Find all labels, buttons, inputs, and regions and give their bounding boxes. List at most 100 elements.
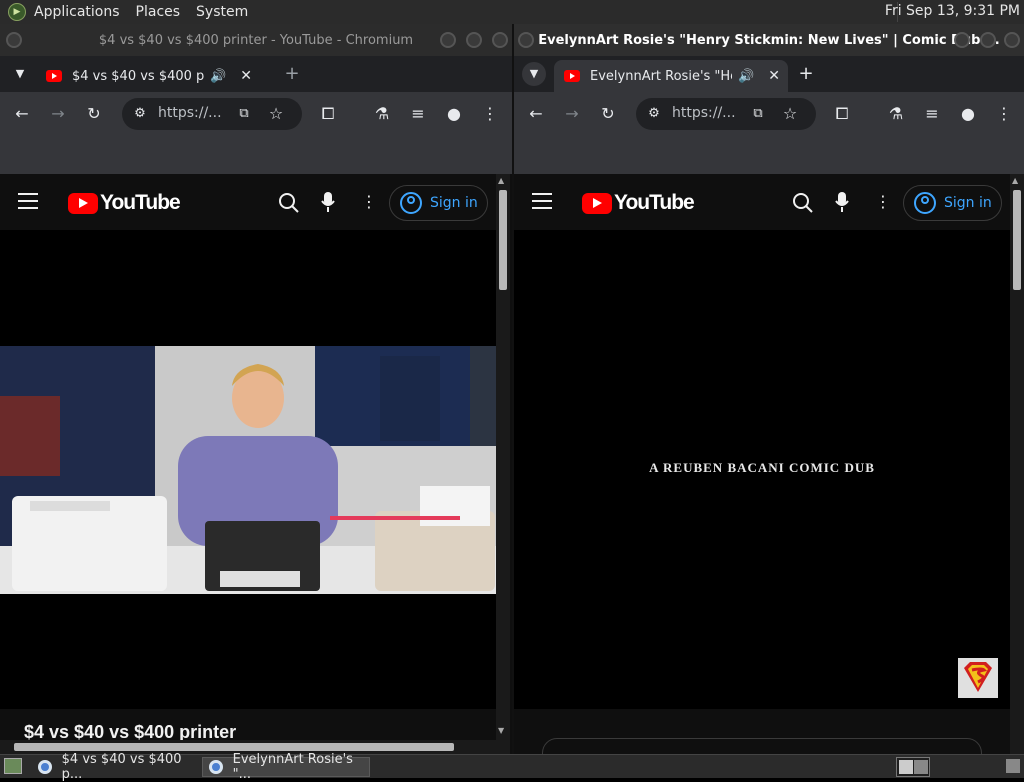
youtube-logo[interactable]: YouTube	[68, 191, 181, 215]
h-scrollbar-thumb[interactable]	[14, 743, 454, 751]
profile-icon[interactable]: ●	[956, 102, 980, 126]
plus-icon[interactable]: +	[794, 62, 818, 86]
workspace-switcher[interactable]	[896, 757, 930, 777]
forward-arrow-icon[interactable]: →	[46, 102, 70, 126]
show-desktop-icon[interactable]	[4, 758, 22, 774]
youtube-logo[interactable]: YouTube	[582, 191, 695, 215]
labs-flask-icon[interactable]: ⚗	[884, 102, 908, 126]
left-titlebar[interactable]: $4 vs $40 vs $400 printer - YouTube - Ch…	[0, 24, 512, 56]
minimize-button[interactable]	[954, 32, 970, 48]
window-menu-button[interactable]	[6, 32, 22, 48]
sign-in-label: Sign in	[430, 195, 478, 211]
scroll-down-icon[interactable]: ▼	[498, 726, 504, 735]
close-icon[interactable]: ✕	[768, 68, 780, 84]
scroll-up-icon[interactable]: ▲	[1012, 176, 1018, 185]
profile-icon[interactable]: ●	[442, 102, 466, 126]
microphone-icon[interactable]	[320, 191, 336, 213]
more-vert-icon[interactable]: ⋮	[357, 190, 381, 214]
workspace-2[interactable]	[914, 760, 928, 774]
more-vert-icon[interactable]: ⋮	[871, 190, 895, 214]
top-panel: ▶ Applications Places System Fri Sep 13,…	[0, 0, 1024, 24]
vertical-scrollbar[interactable]: ▲ ▼	[496, 174, 510, 754]
toolbar: ← → ↻ ⚙ https://... ⧉ ☆ ⧠ ⚗ ≡ ● ⋮	[514, 92, 1024, 136]
right-titlebar[interactable]: EvelynnArt Rosie's "Henry Stickmin: New …	[514, 24, 1024, 56]
right-window-title: EvelynnArt Rosie's "Henry Stickmin: New …	[538, 32, 1000, 48]
youtube-play-icon	[68, 192, 98, 214]
more-vert-icon[interactable]: ⋮	[992, 102, 1016, 126]
close-window-button[interactable]	[492, 32, 508, 48]
task-left-window[interactable]: $4 vs $40 vs $400 p...	[32, 752, 200, 782]
tab-printer[interactable]: $4 vs $40 vs $400 printer 🔊 ✕	[36, 60, 276, 92]
superman-logo-icon[interactable]	[958, 658, 998, 698]
menu-places[interactable]: Places	[128, 4, 189, 20]
chromium-icon	[38, 760, 52, 774]
back-arrow-icon[interactable]: ←	[10, 102, 34, 126]
extensions-icon[interactable]: ⧠	[830, 102, 854, 126]
account-icon	[914, 192, 936, 214]
hamburger-icon[interactable]	[18, 193, 38, 209]
tab-strip: ▼ EvelynnArt Rosie's "Henry 🔊 ✕ +	[514, 56, 1024, 92]
app-menu-icon[interactable]: ▶	[8, 3, 26, 21]
video-player[interactable]	[0, 230, 496, 709]
menu-system[interactable]: System	[188, 4, 256, 20]
site-settings-icon[interactable]: ⚙	[128, 102, 152, 126]
trash-icon[interactable]	[1006, 759, 1020, 773]
media-queue-icon[interactable]: ≡	[920, 102, 944, 126]
install-app-icon[interactable]: ⧉	[232, 102, 256, 126]
window-menu-button[interactable]	[518, 32, 534, 48]
down-chevron-icon[interactable]: ▼	[8, 62, 32, 86]
reload-icon[interactable]: ↻	[82, 102, 106, 126]
video-frame	[0, 346, 496, 594]
scroll-up-icon[interactable]: ▲	[498, 176, 504, 185]
youtube-wordmark: YouTube	[614, 191, 695, 214]
youtube-header: YouTube ⋮ Sign in	[0, 174, 496, 230]
scrollbar-thumb[interactable]	[499, 190, 507, 290]
action-pill[interactable]	[542, 738, 982, 754]
scrollbar-thumb[interactable]	[1013, 190, 1021, 290]
extensions-icon[interactable]: ⧠	[316, 102, 340, 126]
labs-flask-icon[interactable]: ⚗	[370, 102, 394, 126]
maximize-button[interactable]	[466, 32, 482, 48]
tab-title: $4 vs $40 vs $400 printer	[72, 68, 204, 84]
clock[interactable]: Fri Sep 13, 9:31 PM	[885, 3, 1020, 19]
youtube-header: YouTube ⋮ Sign in	[514, 174, 1010, 230]
install-app-icon[interactable]: ⧉	[746, 102, 770, 126]
microphone-icon[interactable]	[834, 191, 850, 213]
plus-icon[interactable]: +	[280, 62, 304, 86]
tab-henry-stickmin[interactable]: EvelynnArt Rosie's "Henry 🔊 ✕	[554, 60, 788, 92]
minimize-button[interactable]	[440, 32, 456, 48]
video-player[interactable]: A REUBEN BACANI COMIC DUB	[514, 230, 1010, 709]
search-icon[interactable]	[792, 192, 814, 214]
sign-in-button[interactable]: Sign in	[389, 185, 488, 221]
toolbar: ← → ↻ ⚙ https://... ⧉ ☆ ⧠ ⚗ ≡ ● ⋮	[0, 92, 512, 136]
forward-arrow-icon[interactable]: →	[560, 102, 584, 126]
back-arrow-icon[interactable]: ←	[524, 102, 548, 126]
youtube-favicon-icon	[564, 70, 580, 82]
bookmark-star-icon[interactable]: ☆	[264, 102, 288, 126]
media-queue-icon[interactable]: ≡	[406, 102, 430, 126]
hamburger-icon[interactable]	[532, 193, 552, 209]
bookmark-star-icon[interactable]: ☆	[778, 102, 802, 126]
address-bar[interactable]: ⚙ https://... ⧉ ☆	[636, 98, 816, 130]
address-bar[interactable]: ⚙ https://... ⧉ ☆	[122, 98, 302, 130]
taskbar: $4 vs $40 vs $400 p... EvelynnArt Rosie'…	[0, 752, 1024, 782]
youtube-favicon-icon	[46, 70, 62, 82]
url-text: https://...	[672, 105, 736, 121]
search-icon[interactable]	[278, 192, 300, 214]
down-chevron-icon[interactable]: ▼	[522, 62, 546, 86]
site-settings-icon[interactable]: ⚙	[642, 102, 666, 126]
maximize-button[interactable]	[980, 32, 996, 48]
sign-in-label: Sign in	[944, 195, 992, 211]
task-right-window[interactable]: EvelynnArt Rosie's "...	[202, 752, 370, 782]
sign-in-button[interactable]: Sign in	[903, 185, 1002, 221]
close-window-button[interactable]	[1004, 32, 1020, 48]
youtube-wordmark: YouTube	[100, 191, 181, 214]
vertical-scrollbar[interactable]: ▲	[1010, 174, 1024, 754]
speaker-icon[interactable]: 🔊	[210, 69, 226, 84]
close-icon[interactable]: ✕	[240, 68, 252, 84]
menu-applications[interactable]: Applications	[26, 4, 128, 20]
more-vert-icon[interactable]: ⋮	[478, 102, 502, 126]
speaker-icon[interactable]: 🔊	[738, 69, 754, 84]
workspace-1[interactable]	[899, 760, 913, 774]
reload-icon[interactable]: ↻	[596, 102, 620, 126]
